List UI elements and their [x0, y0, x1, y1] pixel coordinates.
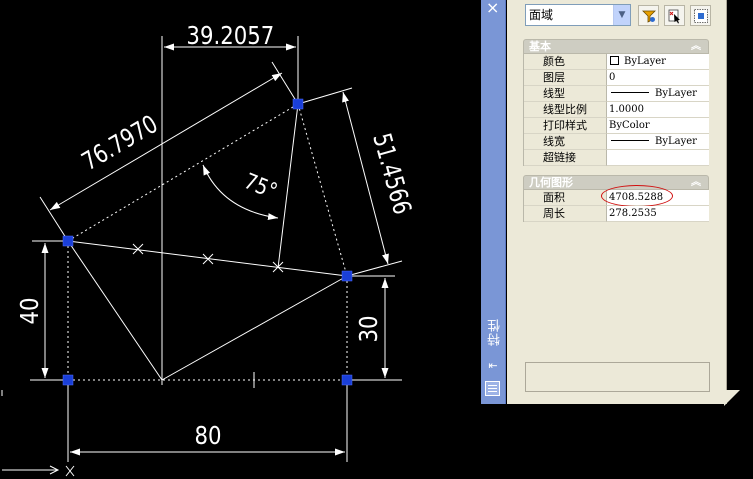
property-label: 线型 [524, 86, 606, 102]
property-row-linetype-scale[interactable]: 线型比例 1.0000 [524, 102, 709, 118]
property-label: 线型比例 [524, 102, 606, 118]
property-label: 周长 [524, 206, 606, 222]
section-general: 基本 ︽ 颜色 ByLayer 图层 0 线型 ByLayer 线型比例 1.0… [523, 39, 709, 166]
property-row-color[interactable]: 颜色 ByLayer [524, 54, 709, 70]
palette-corner [724, 390, 740, 406]
description-box [525, 362, 710, 392]
section-general-header[interactable]: 基本 ︽ [523, 39, 709, 54]
chevron-down-icon[interactable]: ▼ [613, 5, 630, 25]
property-value[interactable]: 0 [606, 70, 709, 86]
property-label: 颜色 [524, 54, 606, 70]
property-row-linetype[interactable]: 线型 ByLayer [524, 86, 709, 102]
quick-select-icon [642, 10, 656, 23]
property-label: 超链接 [524, 150, 606, 166]
autohide-icon[interactable]: ⇤ [486, 360, 500, 372]
property-row-plot-style[interactable]: 打印样式 ByColor [524, 118, 709, 134]
property-row-area[interactable]: 面积 4708.5288 [524, 185, 709, 207]
ucs-icon [1, 390, 75, 477]
object-type-select[interactable]: 面域 ▼ [525, 4, 631, 26]
lineweight-preview-icon [611, 140, 649, 141]
property-row-lineweight[interactable]: 线宽 ByLayer [524, 134, 709, 150]
midpoint-markers [132, 243, 284, 273]
properties-menu-icon[interactable] [485, 381, 500, 396]
pickadd-toggle-button[interactable] [690, 5, 711, 26]
dim-label-bottom: 80 [194, 421, 221, 450]
property-value[interactable] [606, 150, 709, 166]
property-value[interactable]: ByColor [606, 118, 709, 134]
select-objects-icon [668, 9, 680, 24]
property-value[interactable]: 4708.5288 [601, 185, 709, 207]
pickadd-toggle-icon [694, 9, 708, 23]
dim-label-left: 40 [15, 297, 44, 324]
linetype-preview-icon [611, 92, 649, 93]
drawing-canvas[interactable]: 39.2057 76.7970 75° 51.4566 40 30 80 [0, 0, 481, 479]
property-label: 图层 [524, 70, 606, 86]
select-objects-button[interactable] [664, 5, 685, 26]
property-value[interactable]: 278.2535 [606, 206, 709, 222]
dim-label-slant: 76.7970 [77, 110, 163, 177]
palette-title: 特性 [488, 318, 503, 346]
property-value[interactable]: 1.0000 [606, 102, 709, 118]
color-value: ByLayer [624, 56, 666, 67]
collapse-icon[interactable]: ︽ [691, 40, 701, 53]
dim-label-top: 39.2057 [186, 21, 274, 50]
lineweight-value: ByLayer [655, 136, 697, 147]
property-value[interactable]: ByLayer [606, 54, 709, 70]
dim-label-right: 30 [354, 315, 383, 342]
linetype-value: ByLayer [655, 88, 697, 99]
section-general-title: 基本 [529, 40, 551, 53]
close-icon[interactable]: × [486, 0, 499, 17]
dim-label-angle: 75° [241, 168, 281, 204]
property-value[interactable]: ByLayer [606, 134, 709, 150]
property-label: 面积 [524, 190, 606, 206]
property-row-perimeter[interactable]: 周长 278.2535 [524, 206, 709, 222]
section-geometry: 几何图形 ︽ 面积 4708.5288 周长 278.2535 [523, 175, 709, 222]
dim-top[interactable] [161, 36, 299, 385]
palette-titlebar[interactable]: × 特性 ⇤ [481, 0, 506, 404]
color-swatch-icon [610, 56, 619, 65]
property-value[interactable]: ByLayer [606, 86, 709, 102]
property-label: 打印样式 [524, 118, 606, 134]
properties-palette: × 特性 ⇤ 面域 ▼ 基本 ︽ 颜色 ByLayer 图层 0 线型 ByLa… [481, 0, 753, 479]
object-type-value: 面域 [529, 8, 554, 22]
palette-content: 面域 ▼ 基本 ︽ 颜色 ByLayer 图层 0 线型 ByLayer 线型比… [507, 0, 727, 404]
property-row-layer[interactable]: 图层 0 [524, 70, 709, 86]
collapse-icon[interactable]: ︽ [691, 176, 701, 189]
property-label: 线宽 [524, 134, 606, 150]
quick-select-button[interactable] [638, 5, 659, 26]
section-geometry-title: 几何图形 [529, 176, 573, 189]
property-row-hyperlink[interactable]: 超链接 [524, 150, 709, 166]
section-geometry-header[interactable]: 几何图形 ︽ [523, 175, 709, 190]
area-value: 4708.5288 [609, 192, 664, 203]
dim-label-right-slant: 51.4566 [367, 130, 417, 217]
